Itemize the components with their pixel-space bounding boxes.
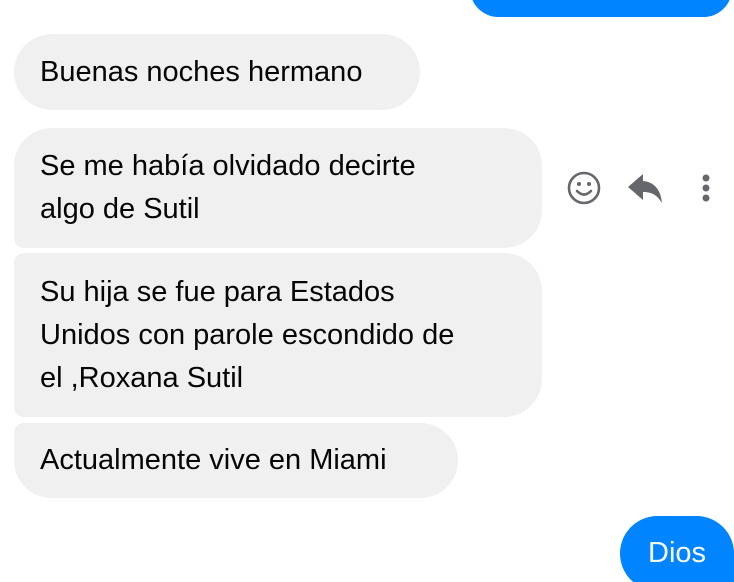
smiley-react-icon[interactable] <box>566 168 606 208</box>
reply-arrow-icon[interactable] <box>626 168 666 208</box>
chat-thread: Buenas noches hermano Se me había olvida… <box>0 0 734 582</box>
outgoing-message-bubble[interactable] <box>470 0 732 17</box>
incoming-message-bubble[interactable]: Buenas noches hermano <box>14 34 420 110</box>
incoming-message-bubble[interactable]: Se me había olvidado decirte algo de Sut… <box>14 128 542 248</box>
message-actions <box>566 168 726 208</box>
outgoing-message-bubble[interactable]: Dios <box>620 516 734 582</box>
incoming-message-bubble[interactable]: Su hija se fue para Estados Unidos con p… <box>14 253 542 417</box>
incoming-message-bubble[interactable]: Actualmente vive en Miami <box>14 423 458 498</box>
more-vertical-icon[interactable] <box>694 168 734 208</box>
